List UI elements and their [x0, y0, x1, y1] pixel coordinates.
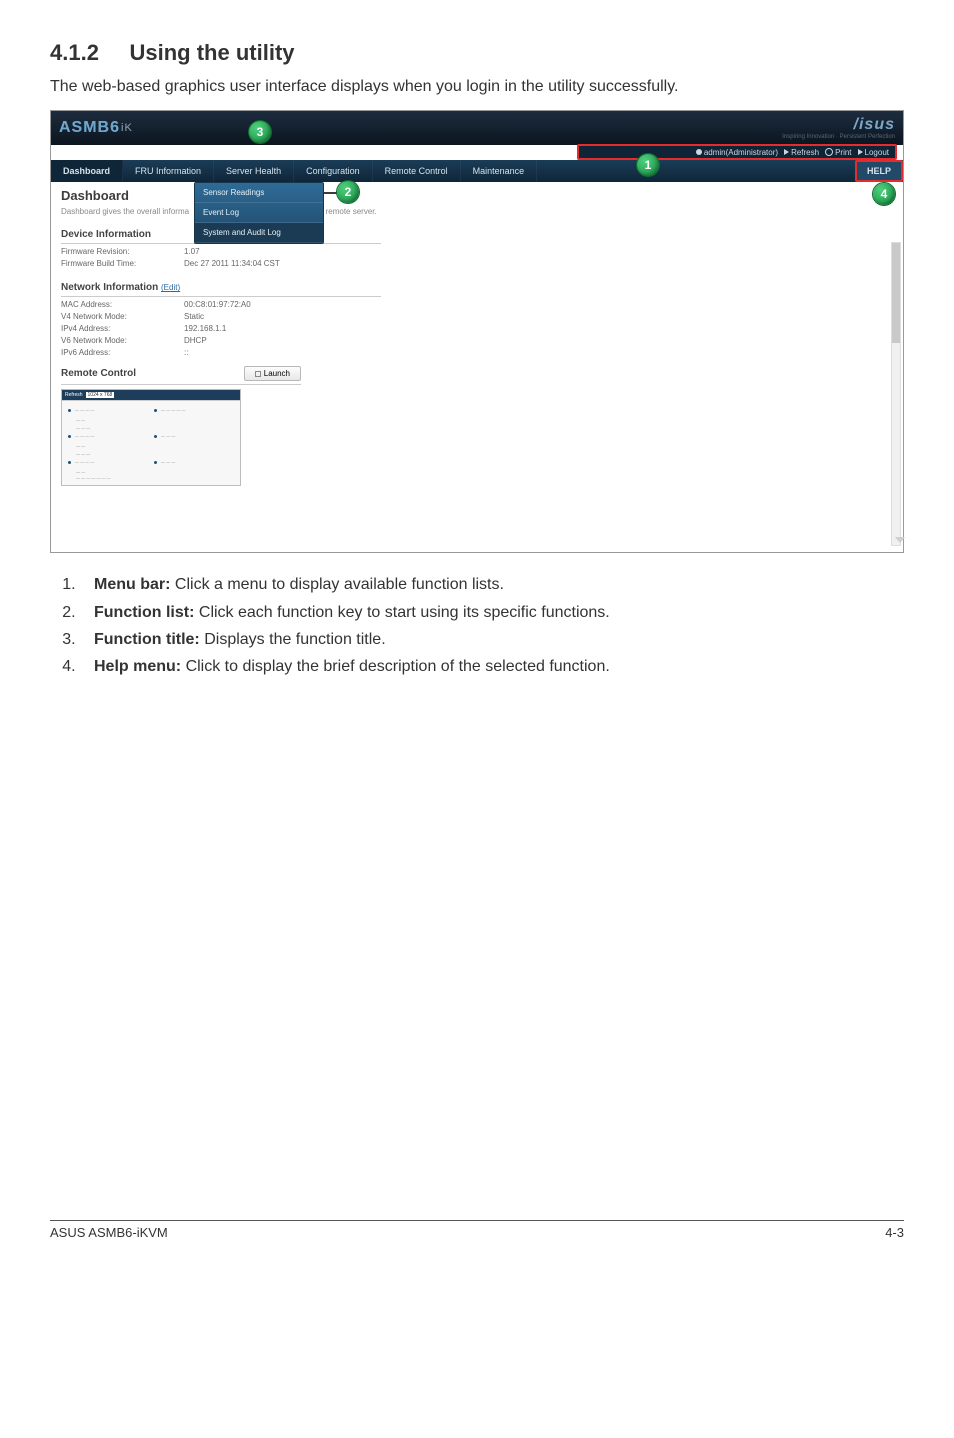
section-intro: The web-based graphics user interface di… — [50, 76, 904, 98]
firmware-build-row: Firmware Build Time: Dec 27 2011 11:34:0… — [61, 259, 893, 268]
menu-bar: Dashboard FRU Information Server Health … — [51, 160, 903, 182]
print-icon — [825, 148, 833, 156]
page-footer: ASUS ASMB6-iKVM 4-3 — [50, 1220, 904, 1240]
logout-icon — [858, 149, 863, 155]
legend-item-2: Function list: Click each function key t… — [80, 599, 904, 626]
firmware-revision-row: Firmware Revision: 1.07 — [61, 247, 893, 256]
user-identity: admin(Administrator) — [696, 148, 778, 157]
server-health-dropdown: Sensor Readings Event Log System and Aud… — [194, 182, 324, 244]
firmware-revision-value: 1.07 — [184, 247, 200, 256]
console-preview: Refresh 1024 x 768 — — — — — — — — — — —… — [61, 389, 241, 486]
bullet-icon — [68, 409, 71, 412]
scrollbar-thumb[interactable] — [892, 243, 900, 343]
menu-configuration[interactable]: Configuration — [294, 160, 373, 182]
page-title: Dashboard — [61, 188, 129, 203]
brand-suffix: iK — [121, 122, 133, 134]
ipv4-label: IPv4 Address: — [61, 324, 176, 333]
bullet-icon — [68, 435, 71, 438]
ipv6-value: :: — [184, 348, 188, 357]
ipv4-value: 192.168.1.1 — [184, 324, 226, 333]
brand-name: ASMB6 — [59, 119, 120, 137]
legend-item-4: Help menu: Click to display the brief de… — [80, 653, 904, 680]
bullet-icon — [68, 461, 71, 464]
v4mode-label: V4 Network Mode: — [61, 312, 176, 321]
firmware-build-label: Firmware Build Time: — [61, 259, 176, 268]
legend-item-1: Menu bar: Click a menu to display availa… — [80, 571, 904, 598]
network-edit-link[interactable]: (Edit) — [161, 283, 180, 292]
app-screenshot: ASMB6iK /isus Inspiring Innovation · Per… — [50, 110, 904, 553]
menu-remote-control[interactable]: Remote Control — [373, 160, 461, 182]
vendor-logo: /isus — [782, 116, 895, 134]
section-heading: 4.1.2 Using the utility — [50, 40, 904, 66]
scroll-down-icon[interactable] — [895, 537, 905, 543]
legend-list: Menu bar: Click a menu to display availa… — [50, 571, 904, 680]
dashboard-area: Dashboard Dashboard gives the overall in… — [51, 182, 903, 552]
preview-refresh-button[interactable]: Refresh — [65, 392, 83, 398]
menu-dashboard[interactable]: Dashboard — [51, 160, 123, 182]
callout-2-line — [324, 192, 338, 194]
user-status-bar: admin(Administrator) Refresh Print Logou… — [577, 144, 897, 160]
footer-left: ASUS ASMB6-iKVM — [50, 1225, 168, 1240]
menu-maintenance[interactable]: Maintenance — [461, 160, 538, 182]
callout-1: 1 — [637, 154, 659, 176]
mac-value: 00:C8:01:97:72:A0 — [184, 300, 251, 309]
launch-button[interactable]: Launch — [244, 366, 301, 381]
firmware-build-value: Dec 27 2011 11:34:04 CST — [184, 259, 280, 268]
person-icon — [696, 149, 702, 155]
ipv6-label: IPv6 Address: — [61, 348, 176, 357]
bullet-icon — [154, 461, 157, 464]
page-subtitle: Dashboard gives the overall informa xxxx… — [61, 207, 893, 216]
launch-icon — [255, 371, 261, 377]
legend-item-3: Function title: Displays the function ti… — [80, 626, 904, 653]
section-title-text: Using the utility — [130, 40, 295, 65]
v6mode-value: DHCP — [184, 336, 207, 345]
menu-fru-information[interactable]: FRU Information — [123, 160, 214, 182]
print-link[interactable]: Print — [825, 148, 851, 157]
remote-control-heading: Remote Control — [61, 368, 136, 379]
v4mode-value: Static — [184, 312, 204, 321]
remote-control-panel: Remote Control Launch Refresh 1024 x 768… — [61, 363, 893, 486]
preview-resolution: 1024 x 768 — [86, 392, 115, 398]
brand-bar: ASMB6iK /isus Inspiring Innovation · Per… — [51, 111, 903, 145]
bullet-icon — [154, 409, 157, 412]
dropdown-event-log[interactable]: Event Log — [195, 203, 323, 223]
refresh-icon — [784, 149, 789, 155]
vendor-block: /isus Inspiring Innovation · Persistent … — [782, 116, 895, 140]
network-info-heading: Network Information (Edit) — [61, 279, 381, 296]
help-button[interactable]: HELP — [855, 160, 903, 182]
logout-link[interactable]: Logout — [858, 148, 889, 157]
dropdown-sensor-readings[interactable]: Sensor Readings — [195, 183, 323, 203]
product-brand: ASMB6iK — [59, 119, 133, 137]
preview-toolbar: Refresh 1024 x 768 — [62, 390, 240, 400]
mac-label: MAC Address: — [61, 300, 176, 309]
dropdown-system-audit-log[interactable]: System and Audit Log — [195, 223, 323, 243]
vertical-scrollbar[interactable] — [891, 242, 901, 546]
section-number: 4.1.2 — [50, 40, 99, 65]
v6mode-label: V6 Network Mode: — [61, 336, 176, 345]
refresh-link[interactable]: Refresh — [784, 148, 819, 157]
menu-server-health[interactable]: Server Health — [214, 160, 294, 182]
preview-body: — — — — — — — — — — — — — — — — — — — — … — [62, 400, 240, 485]
footer-right: 4-3 — [885, 1225, 904, 1240]
firmware-revision-label: Firmware Revision: — [61, 247, 176, 256]
bullet-icon — [154, 435, 157, 438]
vendor-tagline: Inspiring Innovation · Persistent Perfec… — [782, 134, 895, 140]
